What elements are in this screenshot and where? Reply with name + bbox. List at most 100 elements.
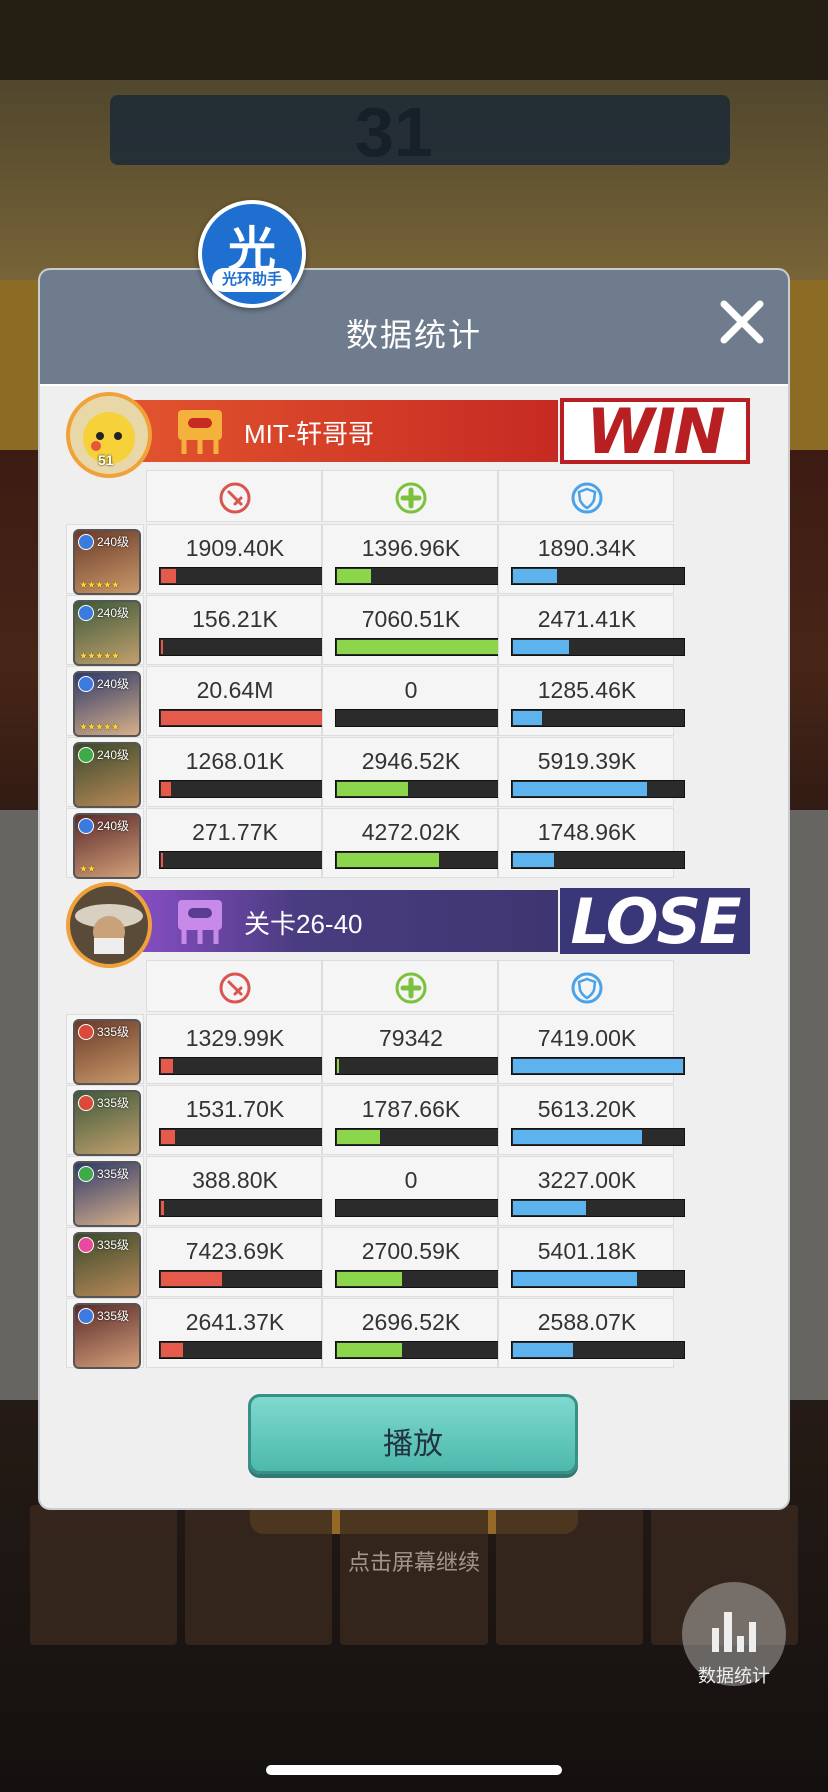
tank-meter (511, 1199, 685, 1217)
tank-meter (511, 780, 685, 798)
stats-fab-button[interactable]: 数据统计 (682, 1582, 786, 1686)
stats-header-row (66, 960, 754, 1012)
heal-meter-fill (337, 640, 507, 654)
play-button[interactable]: 播放 (248, 1394, 578, 1474)
hero-cell: 335级 (66, 1156, 144, 1227)
hero-level: 335级 (97, 1167, 130, 1181)
damage-value: 1268.01K (185, 748, 285, 774)
hero-level: 240级 (97, 819, 130, 833)
hero-portrait[interactable]: 240级 ★★★★★ (73, 529, 141, 595)
damage-meter-fill (161, 1130, 175, 1144)
damage-value: 7423.69K (185, 1238, 285, 1264)
damage-icon-wrap (218, 971, 252, 1005)
damage-cell: 388.80K (146, 1156, 333, 1226)
shield-icon (571, 482, 603, 514)
heal-meter (335, 567, 509, 585)
hero-cell: 240级 (66, 737, 144, 808)
tank-meter (511, 1341, 685, 1359)
damage-cell: 1909.40K (146, 524, 333, 594)
hero-level: 335级 (97, 1025, 130, 1039)
tank-cell: 5919.39K (498, 737, 685, 807)
hero-cell: 335级 (66, 1227, 144, 1298)
result-badge: WIN (560, 395, 750, 468)
tank-cell: 3227.00K (498, 1156, 685, 1226)
hero-stat-row: 335级 1329.99K 79342 7419.00K (66, 1014, 754, 1085)
heal-icon-wrap (394, 971, 428, 1005)
result-badge: LOSE (560, 885, 750, 958)
home-indicator[interactable] (266, 1765, 562, 1775)
tank-icon-wrap (570, 971, 604, 1005)
close-button[interactable] (712, 292, 772, 352)
hero-portrait[interactable]: 240级 (73, 742, 141, 808)
player-level: 51 (98, 452, 114, 468)
heal-meter (335, 638, 509, 656)
hero-portrait[interactable]: 240级 ★★★★★ (73, 600, 141, 666)
tank-cell: 7419.00K (498, 1014, 685, 1084)
close-icon (720, 300, 764, 344)
faction-icon (78, 605, 94, 621)
damage-header-cell (146, 960, 322, 1012)
heal-meter (335, 1057, 509, 1075)
heal-icon-wrap (394, 481, 428, 515)
tank-value: 2588.07K (537, 1309, 637, 1335)
helper-app-badge[interactable]: 光 光环助手 (198, 200, 306, 308)
damage-meter-fill (161, 1201, 164, 1215)
tank-meter (511, 1270, 685, 1288)
heal-meter-fill (337, 853, 439, 867)
hero-portrait[interactable]: 335级 (73, 1303, 141, 1369)
tank-cell: 5613.20K (498, 1085, 685, 1155)
tank-header-cell (498, 470, 674, 522)
stats-fab-label: 数据统计 (698, 1666, 770, 1686)
hero-cell: 240级 ★★★★★ (66, 595, 144, 666)
heal-header-cell (322, 960, 498, 1012)
heal-cell: 1396.96K (322, 524, 509, 594)
faction-icon (78, 1024, 94, 1040)
hero-portrait[interactable]: 335级 (73, 1019, 141, 1085)
player-avatar[interactable]: 51 (66, 392, 152, 478)
tank-value: 5919.39K (537, 748, 637, 774)
damage-cell: 2641.37K (146, 1298, 333, 1368)
heal-meter (335, 1199, 509, 1217)
damage-value: 20.64M (196, 677, 274, 703)
faction-icon (78, 534, 94, 550)
heal-value: 0 (404, 677, 418, 703)
hero-level: 240级 (97, 535, 130, 549)
tank-meter (511, 638, 685, 656)
hero-portrait[interactable]: 240级 ★★ (73, 813, 141, 879)
heal-meter (335, 1341, 509, 1359)
tank-cell: 5401.18K (498, 1227, 685, 1297)
faction-icon (78, 1237, 94, 1253)
tank-meter-fill (513, 1272, 637, 1286)
faction-icon (78, 1308, 94, 1324)
heal-cell: 2946.52K (322, 737, 509, 807)
tank-meter-fill (513, 569, 557, 583)
tank-meter (511, 851, 685, 869)
damage-cell: 1329.99K (146, 1014, 333, 1084)
heal-meter (335, 780, 509, 798)
hero-level: 240级 (97, 606, 130, 620)
heal-value: 7060.51K (361, 606, 461, 632)
damage-cell: 156.21K (146, 595, 333, 665)
hero-portrait[interactable]: 335级 (73, 1161, 141, 1227)
tap-to-continue-text: 点击屏幕继续 (347, 1550, 480, 1575)
hero-portrait[interactable]: 240级 ★★★★★ (73, 671, 141, 737)
hero-level: 240级 (97, 677, 130, 691)
dialog-header: 数据统计 (40, 270, 788, 386)
team-banner-enemy: 关卡26-40 LOSE (66, 882, 750, 968)
hero-level: 335级 (97, 1309, 130, 1323)
damage-meter-fill (161, 569, 176, 583)
enemy-avatar[interactable] (66, 882, 152, 968)
hero-stat-row: 335级 7423.69K 2700.59K 5401.18K (66, 1227, 754, 1298)
sword-icon (219, 972, 251, 1004)
hero-level: 335级 (97, 1096, 130, 1110)
damage-meter-fill (161, 853, 163, 867)
tank-meter-fill (513, 782, 647, 796)
damage-cell: 1531.70K (146, 1085, 333, 1155)
tank-value: 3227.00K (537, 1167, 637, 1193)
tank-meter-fill (513, 640, 569, 654)
damage-meter (159, 851, 333, 869)
hero-portrait[interactable]: 335级 (73, 1090, 141, 1156)
tank-meter-fill (513, 711, 542, 725)
damage-meter (159, 567, 333, 585)
hero-portrait[interactable]: 335级 (73, 1232, 141, 1298)
